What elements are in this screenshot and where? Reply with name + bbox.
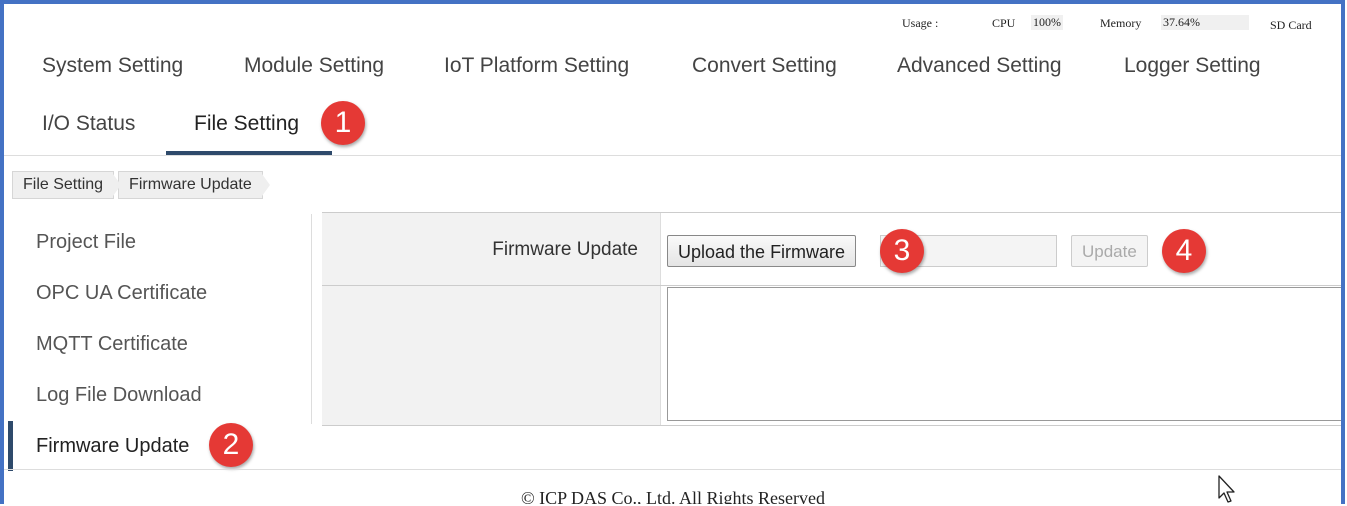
upload-firmware-button[interactable]: Upload the Firmware [667, 235, 857, 267]
breadcrumb-firmware-update[interactable]: Firmware Update [118, 171, 270, 199]
sidebar-divider [311, 214, 312, 424]
tab-module-setting[interactable]: Module Setting [244, 54, 384, 78]
memory-label: Memory [1100, 16, 1142, 30]
footer-divider [4, 469, 1341, 470]
tab-system-setting[interactable]: System Setting [42, 54, 183, 78]
update-log-textarea[interactable] [667, 287, 1341, 421]
tab-advanced-setting[interactable]: Advanced Setting [897, 54, 1062, 78]
sidebar-item-mqtt-certificate[interactable]: MQTT Certificate [8, 319, 308, 369]
tab-convert-setting[interactable]: Convert Setting [692, 54, 837, 78]
sd-card-label: SD Card [1270, 18, 1312, 32]
update-button[interactable]: Update [1071, 235, 1148, 267]
annotation-badge-3: 3 [880, 229, 924, 273]
tab-io-status[interactable]: I/O Status [42, 112, 135, 136]
firmware-update-label: Firmware Update [492, 239, 638, 260]
breadcrumb: File Setting Firmware Update [12, 171, 270, 199]
memory-value: 37.64% [1161, 15, 1249, 30]
mouse-pointer-icon [1218, 475, 1235, 503]
cpu-value: 100% [1031, 15, 1063, 30]
sidebar-item-project-file[interactable]: Project File [8, 217, 308, 267]
label-column: Firmware Update [322, 213, 661, 425]
sidebar-item-opc-ua-certificate[interactable]: OPC UA Certificate [8, 268, 308, 318]
annotation-badge-2: 2 [209, 423, 253, 467]
tab-file-setting[interactable]: File Setting [194, 112, 299, 136]
cpu-label: CPU [992, 16, 1016, 30]
sidebar-item-log-file-download[interactable]: Log File Download [8, 370, 308, 420]
nav-divider [4, 155, 1341, 156]
annotation-badge-4: 4 [1162, 229, 1206, 273]
row-separator [322, 285, 1341, 286]
breadcrumb-file-setting[interactable]: File Setting [12, 171, 122, 199]
sidebar-item-firmware-update[interactable]: Firmware Update [8, 421, 308, 471]
copyright-footer: © ICP DAS Co., Ltd. All Rights Reserved [520, 488, 826, 504]
usage-label: Usage : [902, 16, 939, 30]
tab-iot-platform-setting[interactable]: IoT Platform Setting [444, 54, 629, 78]
app-frame: Usage : CPU 100% Memory 37.64% SD Card S… [0, 0, 1345, 504]
tab-logger-setting[interactable]: Logger Setting [1124, 54, 1261, 78]
annotation-badge-1: 1 [321, 101, 365, 145]
